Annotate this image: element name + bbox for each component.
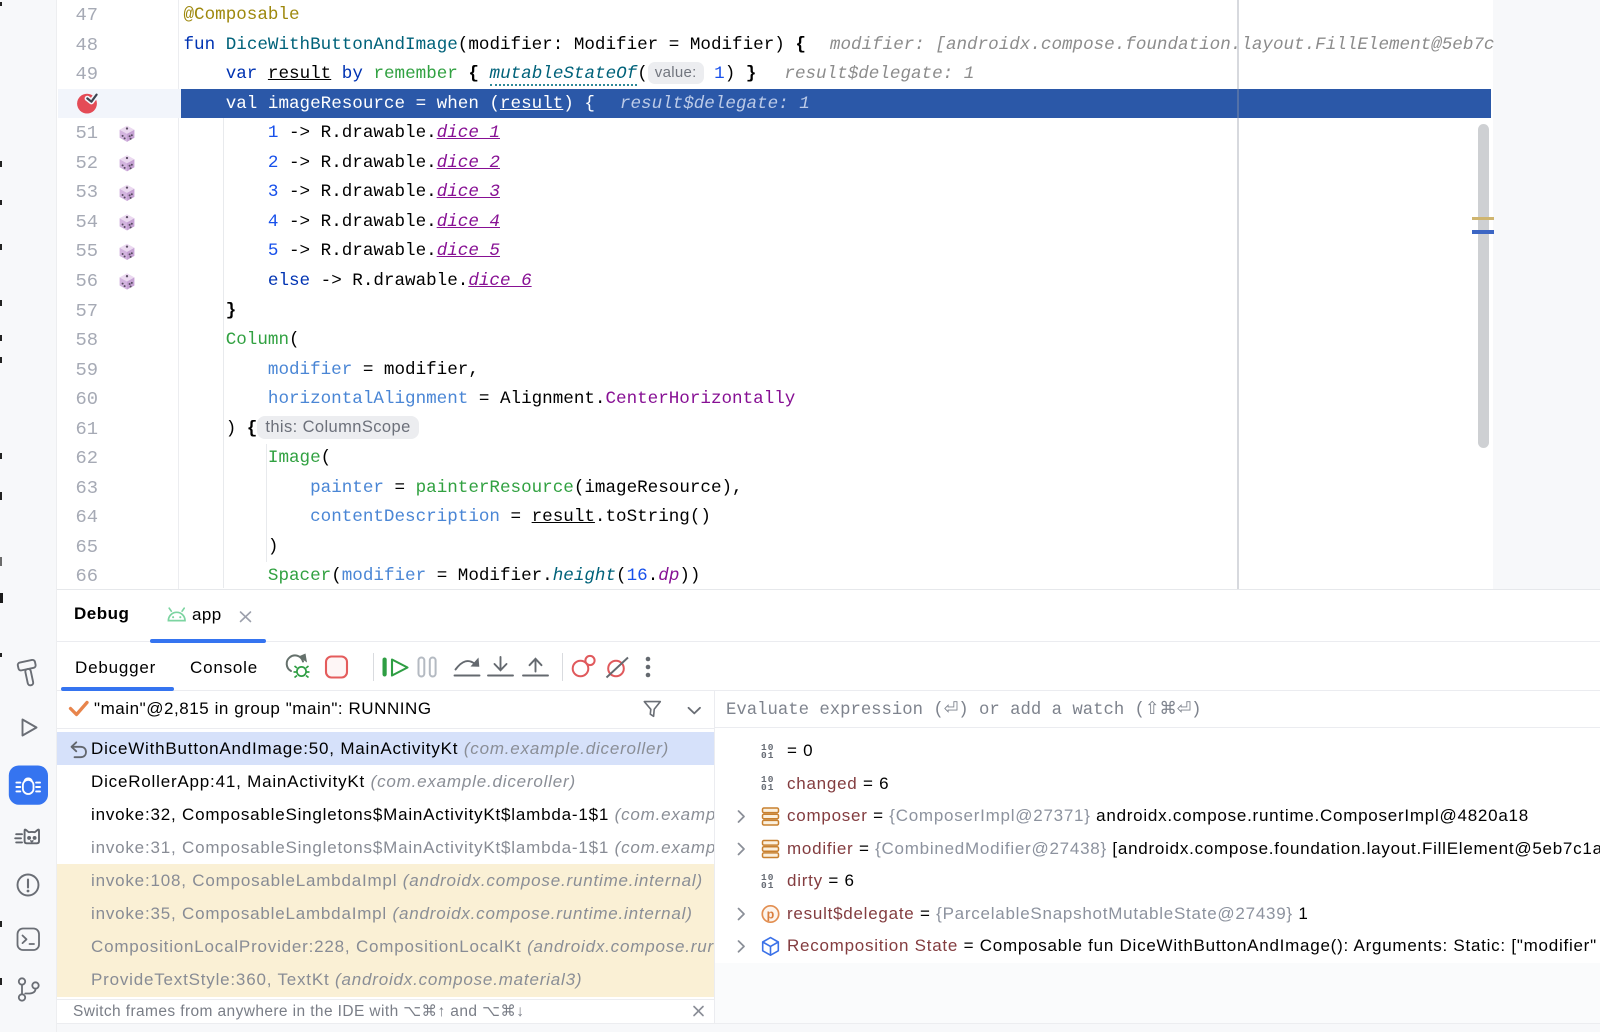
- svg-text:p: p: [767, 908, 775, 922]
